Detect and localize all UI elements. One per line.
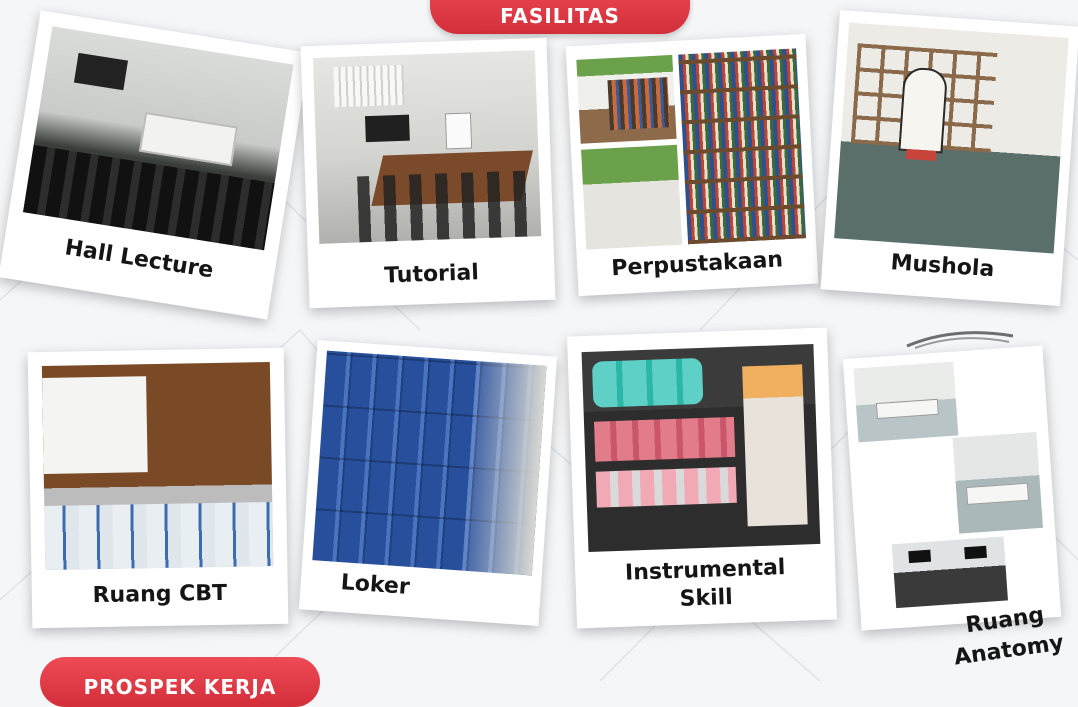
- ruang-cbt-label: Ruang CBT: [92, 580, 228, 609]
- perpustakaan-photo-2: [581, 144, 683, 250]
- photo-card-tutorial: Tutorial: [300, 37, 556, 309]
- perpustakaan-photo-1: [576, 54, 677, 144]
- photo-card-ruang-anatomy: [842, 345, 1062, 631]
- mushola-label: Mushola: [889, 250, 996, 283]
- section-title: FASILITAS: [500, 4, 620, 28]
- perpustakaan-label: Perpustakaan: [610, 247, 784, 282]
- ruang-anatomy-photo-3: [891, 536, 1008, 609]
- ruang-anatomy-photo-2: [952, 431, 1043, 534]
- photo-card-perpustakaan: Perpustakaan: [565, 33, 819, 297]
- perpustakaan-photo-3: [678, 48, 806, 245]
- ruang-cbt-photo: [41, 362, 274, 570]
- photo-card-instrumental-skill: Instrumental Skill: [566, 327, 838, 629]
- decorative-swoosh: [906, 331, 1014, 349]
- loker-photo: [312, 350, 547, 576]
- instrumental-skill-photo: [581, 344, 821, 553]
- tutorial-photo: [312, 50, 542, 244]
- prospek-kerja-banner: PROSPEK KERJA: [40, 657, 320, 707]
- ruang-anatomy-photo-1: [853, 361, 959, 443]
- section-title-banner: FASILITAS: [430, 0, 690, 34]
- photo-card-hall-lecture: Hall Lecture: [0, 10, 310, 320]
- hall-lecture-photo: [23, 26, 294, 251]
- photo-card-mushola: Mushola: [820, 9, 1078, 307]
- loker-label: Loker: [339, 570, 411, 600]
- photo-card-loker: Loker: [298, 339, 558, 627]
- tutorial-label: Tutorial: [383, 260, 480, 289]
- photo-card-ruang-cbt: Ruang CBT: [27, 347, 289, 629]
- mushola-photo: [834, 22, 1069, 254]
- prospek-kerja-title: PROSPEK KERJA: [83, 675, 277, 699]
